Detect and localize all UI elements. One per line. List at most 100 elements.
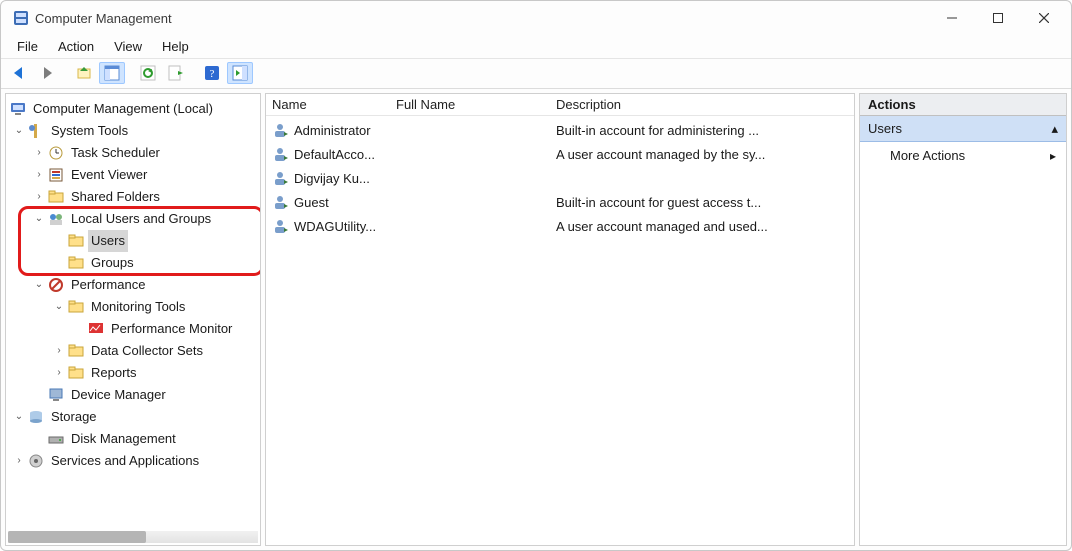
user-name: Administrator [294,123,396,138]
chevron-right-icon[interactable]: › [52,340,66,362]
tree-label: Performance [68,274,148,296]
action-pane-button[interactable] [227,62,253,84]
tree-label: System Tools [48,120,131,142]
highlight-local-users-groups: ⌄ Local Users and Groups Users Groups [8,208,260,274]
window-controls [929,1,1067,35]
computer-icon [10,101,26,117]
actions-header: Actions [860,94,1066,116]
folder-icon [68,299,84,315]
tree-services-apps[interactable]: › Services and Applications [8,450,260,472]
tree-groups[interactable]: Groups [8,252,260,274]
user-icon [272,170,288,186]
chevron-right-icon[interactable]: › [52,362,66,384]
tree-label: Services and Applications [48,450,202,472]
chevron-right-icon[interactable]: › [32,164,46,186]
folder-icon [68,365,84,381]
users-groups-icon [48,211,64,227]
tree-label: Task Scheduler [68,142,163,164]
show-tree-button[interactable] [99,62,125,84]
tree-event-viewer[interactable]: › Event Viewer [8,164,260,186]
tree-pane: Computer Management (Local) ⌄ System Too… [5,93,261,546]
device-manager-icon [48,387,64,403]
user-icon [272,122,288,138]
menu-view[interactable]: View [104,35,152,58]
tree-label: Storage [48,406,100,428]
column-headers[interactable]: Name Full Name Description [266,94,854,116]
tree-label: Local Users and Groups [68,208,214,230]
maximize-button[interactable] [975,1,1021,35]
clock-icon [48,145,64,161]
tree-task-scheduler[interactable]: › Task Scheduler [8,142,260,164]
collapse-icon[interactable]: ▴ [1051,121,1058,137]
column-name[interactable]: Name [266,94,390,115]
column-fullname[interactable]: Full Name [390,94,550,115]
tree-disk-management[interactable]: Disk Management [8,428,260,450]
user-description: A user account managed and used... [556,219,854,234]
close-button[interactable] [1021,1,1067,35]
tree-monitoring-tools[interactable]: ⌄ Monitoring Tools [8,296,260,318]
tree-root-label: Computer Management (Local) [30,98,216,120]
tree-performance[interactable]: ⌄ Performance [8,274,260,296]
tree-root[interactable]: Computer Management (Local) [8,98,260,120]
chevron-down-icon[interactable]: ⌄ [32,274,46,296]
shared-folder-icon [48,189,64,205]
help-button[interactable]: ? [199,62,225,84]
user-icon [272,194,288,210]
back-button[interactable] [7,62,33,84]
performance-icon [48,277,64,293]
event-icon [48,167,64,183]
toolbar: ? [1,59,1071,89]
user-list[interactable]: Administrator Built-in account for admini… [266,116,854,238]
user-name: WDAGUtility... [294,219,396,234]
chevron-down-icon[interactable]: ⌄ [52,296,66,318]
tree-label-selected: Users [88,230,128,252]
minimize-button[interactable] [929,1,975,35]
more-actions[interactable]: More Actions ▸ [860,142,1066,169]
menu-action[interactable]: Action [48,35,104,58]
tree-label: Reports [88,362,140,384]
navigation-tree[interactable]: Computer Management (Local) ⌄ System Too… [6,94,260,529]
chevron-down-icon[interactable]: ⌄ [12,406,26,428]
window: Computer Management File Action View Hel… [0,0,1072,551]
storage-icon [28,409,44,425]
user-description: Built-in account for administering ... [556,123,854,138]
forward-button[interactable] [35,62,61,84]
tree-label: Disk Management [68,428,179,450]
tree-users[interactable]: Users [8,230,260,252]
tree-device-manager[interactable]: Device Manager [8,384,260,406]
user-row[interactable]: WDAGUtility... A user account managed and… [266,214,854,238]
tree-system-tools[interactable]: ⌄ System Tools [8,120,260,142]
up-button[interactable] [71,62,97,84]
horizontal-scrollbar[interactable] [8,531,258,543]
user-row[interactable]: Digvijay Ku... [266,166,854,190]
chevron-down-icon[interactable]: ⌄ [12,120,26,142]
tree-shared-folders[interactable]: › Shared Folders [8,186,260,208]
tree-local-users-groups[interactable]: ⌄ Local Users and Groups [8,208,260,230]
user-row[interactable]: Administrator Built-in account for admini… [266,118,854,142]
tree-data-collector-sets[interactable]: › Data Collector Sets [8,340,260,362]
menubar: File Action View Help [1,35,1071,59]
user-row[interactable]: GuestBuilt-in account for guest access t… [266,190,854,214]
export-button[interactable] [163,62,189,84]
column-description[interactable]: Description [550,94,854,115]
chevron-right-icon[interactable]: › [32,186,46,208]
chevron-right-icon[interactable]: › [12,450,26,472]
user-description: Built-in account for guest access t... [556,195,854,210]
scrollbar-thumb[interactable] [8,531,146,543]
actions-section[interactable]: Users ▴ [860,116,1066,142]
chevron-down-icon[interactable]: ⌄ [32,208,46,230]
tree-storage[interactable]: ⌄ Storage [8,406,260,428]
tree-reports[interactable]: › Reports [8,362,260,384]
refresh-button[interactable] [135,62,161,84]
menu-file[interactable]: File [7,35,48,58]
user-row[interactable]: DefaultAcco...A user account managed by … [266,142,854,166]
actions-pane: Actions Users ▴ More Actions ▸ [859,93,1067,546]
user-name: Digvijay Ku... [294,171,396,186]
menu-help[interactable]: Help [152,35,199,58]
disk-icon [48,431,64,447]
folder-icon [68,233,84,249]
chevron-right-icon[interactable]: › [32,142,46,164]
tree-label: Monitoring Tools [88,296,188,318]
folder-icon [68,343,84,359]
tree-performance-monitor[interactable]: Performance Monitor [8,318,260,340]
